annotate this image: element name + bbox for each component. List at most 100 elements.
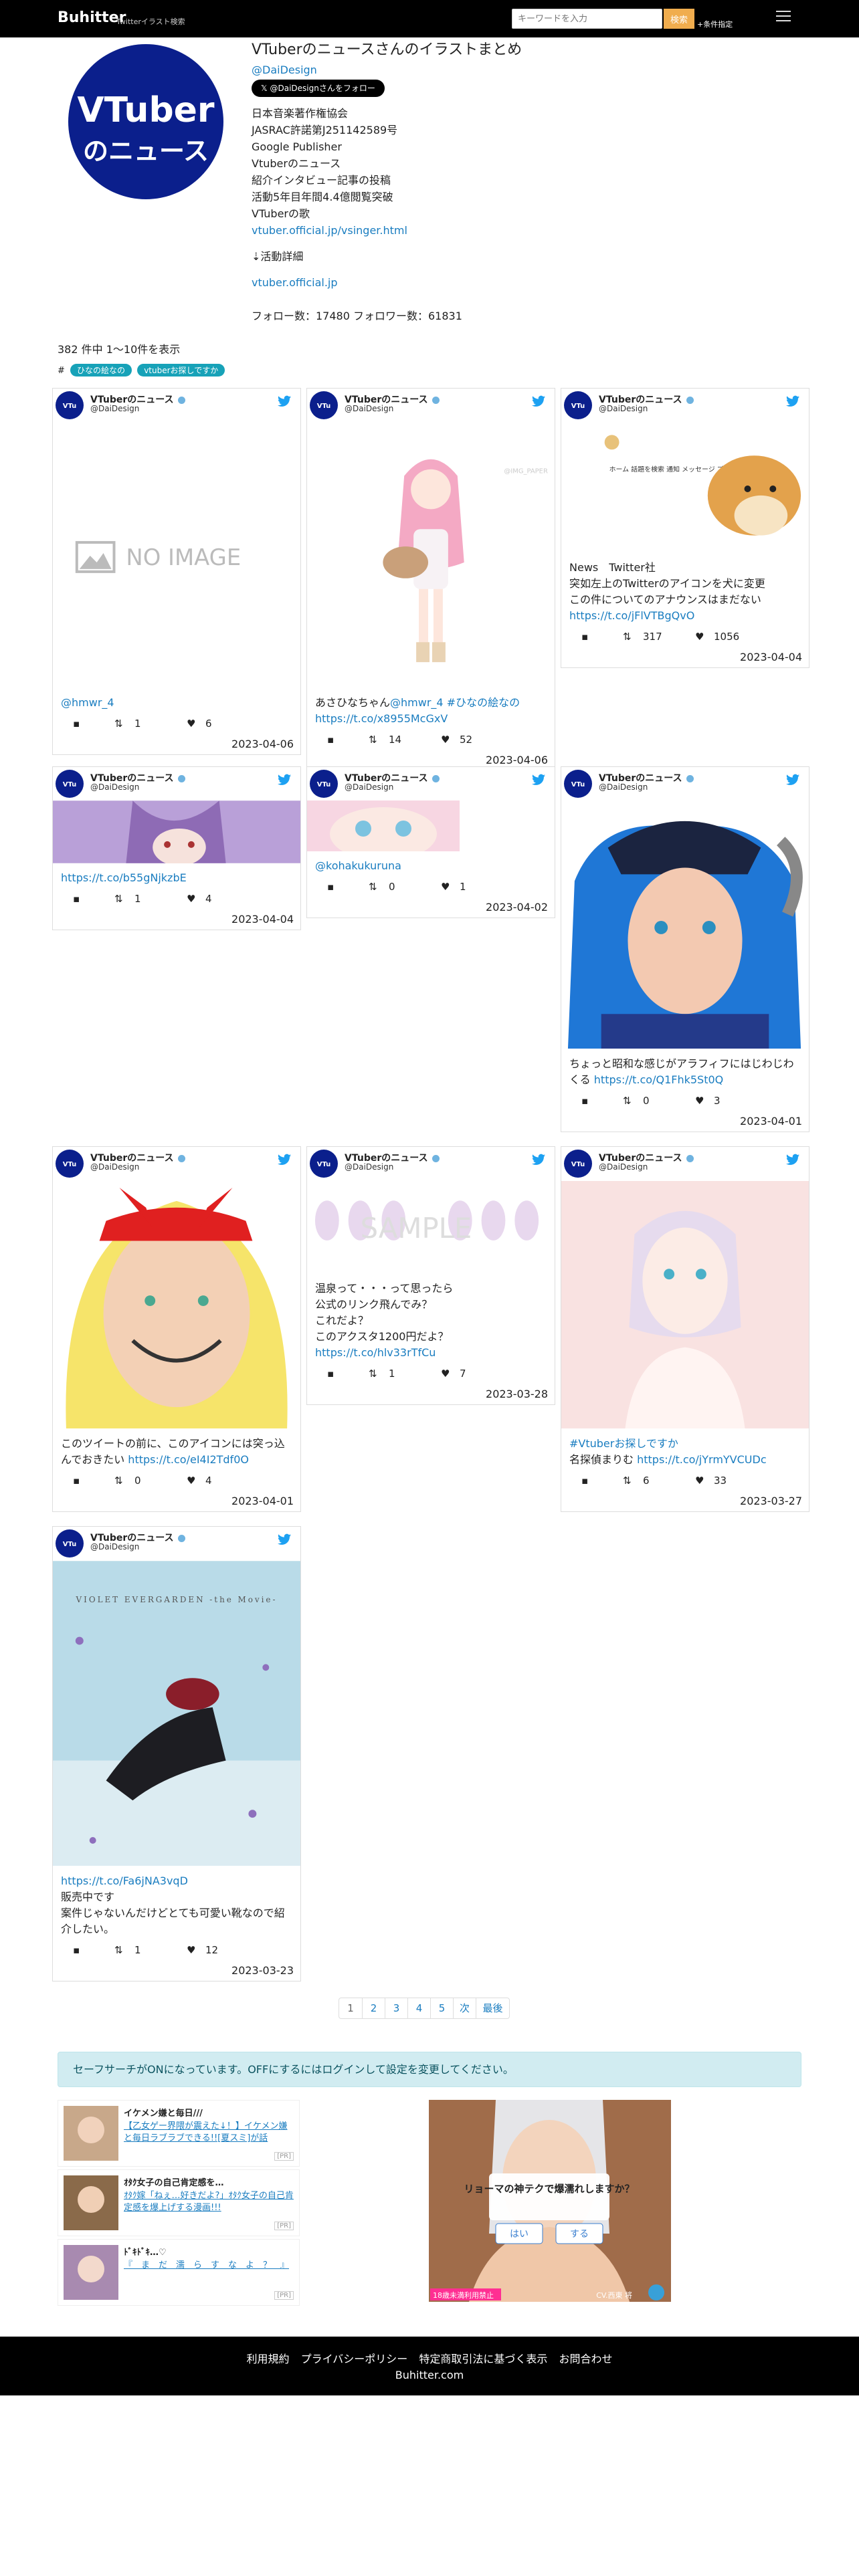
footer-link-law[interactable]: 特定商取引法に基づく表示 bbox=[419, 2353, 547, 2365]
twitter-bird-icon[interactable] bbox=[786, 1154, 799, 1166]
twitter-bird-icon[interactable] bbox=[532, 1154, 545, 1166]
page-4[interactable]: 4 bbox=[407, 1998, 430, 2018]
tweet-url[interactable]: https://t.co/x8955McGxV bbox=[315, 712, 448, 725]
page-2[interactable]: 2 bbox=[362, 1998, 385, 2018]
twitter-bird-icon[interactable] bbox=[278, 1154, 291, 1166]
bio-link-1[interactable]: vtuber.official.jp/vsinger.html bbox=[252, 224, 407, 237]
twitter-bird-icon[interactable] bbox=[532, 774, 545, 786]
search-input[interactable] bbox=[512, 9, 662, 29]
retweet-icon[interactable]: ⇅ bbox=[114, 893, 123, 905]
tag-vtuber[interactable]: vtuberお探しですか bbox=[137, 364, 225, 377]
bio-link-2[interactable]: vtuber.official.jp bbox=[252, 276, 338, 289]
footer-link-privacy[interactable]: プライバシーポリシー bbox=[301, 2353, 408, 2365]
twitter-bird-icon[interactable] bbox=[278, 1533, 291, 1545]
ad-desc[interactable]: 『 ま だ 濡 ら す な よ ？ 』 bbox=[124, 2260, 295, 2272]
reply-icon[interactable]: ▪ bbox=[327, 881, 334, 893]
tweet-image[interactable]: @IMG_PAPER bbox=[307, 422, 555, 688]
footer-link-contact[interactable]: お問合わせ bbox=[559, 2353, 612, 2365]
reply-icon[interactable]: ▪ bbox=[327, 734, 334, 746]
tweet-link[interactable]: @kohakukuruna bbox=[315, 859, 401, 872]
tweet-url[interactable]: https://t.co/b55gNjkzbE bbox=[61, 871, 187, 884]
tweet-link[interactable]: @hmwr_4 #ひなの絵なの bbox=[390, 696, 520, 709]
retweet-icon[interactable]: ⇅ bbox=[369, 734, 377, 746]
avatar[interactable]: VTu bbox=[310, 1150, 338, 1178]
page-5[interactable]: 5 bbox=[430, 1998, 453, 2018]
like-icon[interactable]: ♥ bbox=[441, 881, 450, 893]
like-icon[interactable]: ♥ bbox=[695, 1475, 704, 1487]
ad-item[interactable]: ﾄﾞｷﾄﾞｷ…♡ 『 ま だ 濡 ら す な よ ？ 』 [PR] bbox=[58, 2239, 300, 2306]
page-next[interactable]: 次 bbox=[453, 1998, 476, 2018]
tweet-image[interactable] bbox=[53, 1180, 300, 1429]
tweet-link[interactable]: @hmwr_4 bbox=[61, 696, 114, 709]
retweet-icon[interactable]: ⇅ bbox=[114, 1944, 123, 1956]
follow-button[interactable]: 𝕏 @DaiDesignさんをフォロー bbox=[252, 80, 385, 97]
ad-item[interactable]: イケメン嫌と毎日/// 【乙女ゲー界隈が震えた↓！】イケメン嫌と毎日ラブラブでき… bbox=[58, 2100, 300, 2167]
like-icon[interactable]: ♥ bbox=[187, 1475, 195, 1487]
reply-icon[interactable]: ▪ bbox=[73, 1944, 80, 1956]
reply-icon[interactable]: ▪ bbox=[73, 893, 80, 905]
avatar[interactable]: VTu bbox=[56, 770, 84, 798]
avatar[interactable]: VTu bbox=[56, 391, 84, 419]
retweet-icon[interactable]: ⇅ bbox=[114, 718, 123, 730]
avatar[interactable]: VTu bbox=[310, 770, 338, 798]
page-3[interactable]: 3 bbox=[385, 1998, 407, 2018]
reply-icon[interactable]: ▪ bbox=[73, 718, 80, 730]
avatar[interactable]: VTu bbox=[310, 391, 338, 419]
tweet-image[interactable]: NO IMAGE bbox=[53, 422, 300, 688]
reply-icon[interactable]: ▪ bbox=[581, 1475, 588, 1487]
like-icon[interactable]: ♥ bbox=[187, 1944, 195, 1956]
like-icon[interactable]: ♥ bbox=[187, 893, 195, 905]
twitter-bird-icon[interactable] bbox=[786, 774, 799, 786]
tweet-image[interactable] bbox=[561, 1180, 809, 1429]
like-icon[interactable]: ♥ bbox=[187, 718, 195, 730]
ad-banner[interactable]: リョーマの神テクで爆濡れしますか？ はい する 18歳未満利用禁止 CV.西東 … bbox=[429, 2100, 671, 2302]
like-icon[interactable]: ♥ bbox=[441, 1368, 450, 1380]
avatar[interactable]: VTu bbox=[564, 770, 592, 798]
avatar[interactable]: VTu bbox=[56, 1150, 84, 1178]
page-last[interactable]: 最後 bbox=[476, 1998, 509, 2018]
tweet-url[interactable]: https://t.co/eI4I2Tdf0O bbox=[128, 1453, 249, 1466]
avatar[interactable]: VTu bbox=[564, 391, 592, 419]
like-icon[interactable]: ♥ bbox=[695, 631, 704, 643]
tweet-image[interactable] bbox=[307, 800, 460, 851]
retweet-icon[interactable]: ⇅ bbox=[114, 1475, 123, 1487]
reply-icon[interactable]: ▪ bbox=[581, 631, 588, 643]
reply-icon[interactable]: ▪ bbox=[327, 1368, 334, 1380]
footer-link-terms[interactable]: 利用規約 bbox=[246, 2353, 289, 2365]
tweet-url[interactable]: https://t.co/Fa6jNA3vqD bbox=[61, 1874, 188, 1887]
tweet-url[interactable]: https://t.co/jYrmYVCUDc bbox=[637, 1453, 767, 1466]
tweet-image[interactable]: VIOLET EVERGARDEN -the Movie- bbox=[53, 1560, 300, 1866]
condition-link[interactable]: +条件指定 bbox=[697, 19, 733, 29]
twitter-bird-icon[interactable] bbox=[278, 395, 291, 407]
retweet-icon[interactable]: ⇅ bbox=[369, 1368, 377, 1380]
search-button[interactable]: 検索 bbox=[664, 9, 694, 29]
tweet-url[interactable]: https://t.co/hlv33rTfCu bbox=[315, 1346, 436, 1359]
ad-desc[interactable]: ｵﾀｸ嫁「ねぇ…好きだよ?」ｵﾀｸ女子の自己肯定感を爆上げする漫画!!! bbox=[124, 2190, 295, 2214]
like-icon[interactable]: ♥ bbox=[441, 734, 450, 746]
profile-handle-link[interactable]: @DaiDesign bbox=[252, 64, 317, 76]
page-1[interactable]: 1 bbox=[339, 1998, 362, 2018]
ad-desc[interactable]: 【乙女ゲー界隈が震えた↓！】イケメン嫌と毎日ラブラブできる!![夏スミ]が話 bbox=[124, 2121, 295, 2145]
tweet-url[interactable]: https://t.co/jFlVTBgQvO bbox=[569, 609, 694, 622]
tweet-image[interactable]: SAMPLE bbox=[307, 1180, 555, 1274]
avatar[interactable]: VTu bbox=[56, 1529, 84, 1558]
tweet-image[interactable] bbox=[53, 800, 300, 863]
retweet-icon[interactable]: ⇅ bbox=[623, 631, 632, 643]
tweet-link[interactable]: #Vtuberお探しですか bbox=[569, 1437, 678, 1450]
twitter-bird-icon[interactable] bbox=[278, 774, 291, 786]
reply-icon[interactable]: ▪ bbox=[581, 1095, 588, 1107]
twitter-bird-icon[interactable] bbox=[786, 395, 799, 407]
reply-icon[interactable]: ▪ bbox=[73, 1475, 80, 1487]
tag-hinano[interactable]: ひなの絵なの bbox=[70, 364, 132, 377]
retweet-icon[interactable]: ⇅ bbox=[623, 1475, 632, 1487]
ad-item[interactable]: ｵﾀｸ女子の自己肯定感を… ｵﾀｸ嫁「ねぇ…好きだよ?」ｵﾀｸ女子の自己肯定感を… bbox=[58, 2169, 300, 2236]
retweet-icon[interactable]: ⇅ bbox=[369, 881, 377, 893]
retweet-icon[interactable]: ⇅ bbox=[623, 1095, 632, 1107]
tweet-image[interactable]: ホーム 話題を検索 通知 メッセージ ブックマーク bbox=[561, 422, 809, 553]
tweet-url[interactable]: https://t.co/Q1Fhk5St0Q bbox=[594, 1073, 723, 1086]
twitter-bird-icon[interactable] bbox=[532, 395, 545, 407]
avatar[interactable]: VTu bbox=[564, 1150, 592, 1178]
tweet-image[interactable] bbox=[561, 800, 809, 1049]
hamburger-icon[interactable] bbox=[776, 11, 791, 24]
like-icon[interactable]: ♥ bbox=[695, 1095, 704, 1107]
